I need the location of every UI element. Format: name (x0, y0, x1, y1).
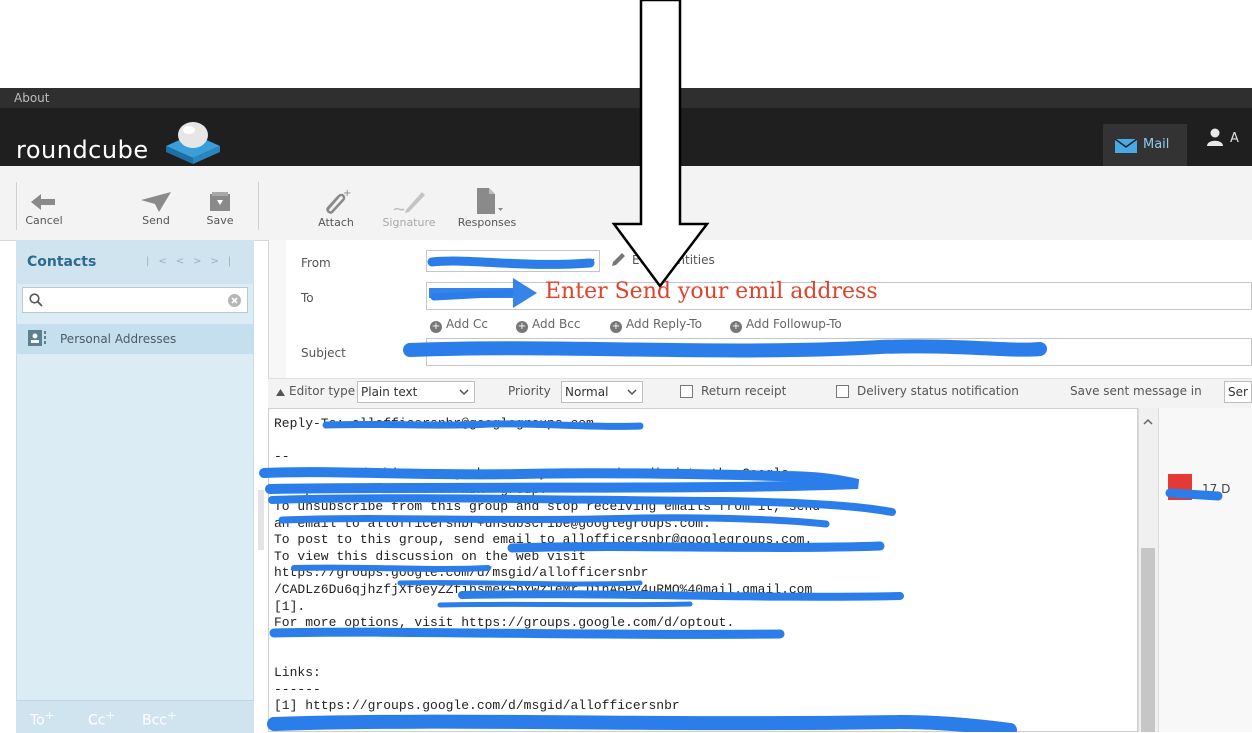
contacts-title: Contacts (27, 254, 97, 270)
address-book-personal-label: Personal Addresses (60, 332, 177, 346)
editor-type-label: Editor type (289, 384, 356, 398)
save-button[interactable]: Save (200, 192, 240, 227)
document-dropdown-icon (477, 188, 503, 214)
chevron-down-icon (585, 258, 595, 265)
search-icon (29, 293, 43, 307)
user-icon (1207, 128, 1223, 146)
add-followup-to-link[interactable]: + Add Followup-To (730, 317, 842, 333)
next-page-icon[interactable]: > (193, 256, 210, 267)
save-drawer-icon (210, 192, 230, 211)
chevron-down-icon (459, 389, 469, 396)
user-tab-label: A (1230, 131, 1239, 146)
add-cc-link[interactable]: + Add Cc (430, 317, 488, 333)
save-sent-value: Ser (1228, 385, 1248, 399)
return-receipt-label: Return receipt (701, 384, 787, 398)
address-book-icon (28, 330, 46, 346)
send-button[interactable]: Send (136, 192, 176, 227)
from-select[interactable] (426, 250, 600, 272)
paper-plane-icon (141, 192, 171, 212)
panel-splitter[interactable] (258, 490, 264, 550)
attach-button[interactable]: + Attach (314, 188, 358, 229)
to-label: To (301, 291, 314, 305)
subject-label: Subject (301, 346, 346, 360)
compose-toolbar (0, 166, 1252, 241)
add-circle-icon: + (516, 321, 528, 333)
toolbar-divider (16, 182, 17, 230)
contact-search-field[interactable] (47, 290, 221, 310)
responses-button[interactable]: Responses (452, 188, 522, 229)
add-circle-icon: + (610, 321, 622, 333)
save-sent-label: Save sent message in (1070, 384, 1202, 398)
svg-text:+: + (343, 188, 351, 199)
save-label: Save (206, 214, 234, 227)
responses-label: Responses (457, 216, 517, 229)
send-label: Send (142, 214, 170, 227)
contact-search-input[interactable] (22, 287, 248, 313)
scroll-up-icon[interactable] (1143, 418, 1153, 425)
logo-text: roundcube (16, 136, 149, 164)
scroll-thumb[interactable] (1141, 548, 1155, 732)
edit-identities-link[interactable]: Edit identities (632, 253, 715, 267)
mail-tab[interactable]: Mail (1103, 124, 1187, 166)
annotation-text: Enter Send your emil address (545, 279, 878, 304)
first-page-icon[interactable]: |< (146, 256, 176, 267)
about-bar: About (0, 88, 1252, 108)
cancel-label: Cancel (25, 214, 63, 227)
signature-button[interactable]: Signature (382, 188, 436, 229)
add-circle-icon: + (730, 321, 742, 333)
about-link[interactable]: About (14, 91, 49, 105)
subject-input[interactable] (426, 338, 1252, 366)
editor-type-select[interactable]: Plain text (357, 381, 475, 403)
clear-search-icon[interactable] (228, 294, 241, 307)
signature-label: Signature (382, 216, 436, 229)
collapse-caret-icon[interactable] (276, 389, 285, 396)
top-whitespace (0, 0, 1252, 88)
pen-signature-icon (393, 192, 425, 213)
paperclip-icon: + (326, 188, 351, 214)
add-to-button[interactable]: To+ (30, 708, 55, 729)
attachment-file-icon (1168, 474, 1192, 500)
priority-label: Priority (508, 384, 551, 398)
from-label: From (301, 256, 331, 270)
mail-tab-label: Mail (1143, 137, 1170, 152)
add-bcc-link[interactable]: + Add Bcc (516, 317, 580, 333)
add-cc-button[interactable]: Cc+ (88, 708, 115, 729)
toolbar-divider (258, 182, 259, 230)
back-arrow-icon (31, 194, 55, 210)
editor-type-value: Plain text (361, 385, 418, 399)
delivery-status-label: Delivery status notification (857, 384, 1019, 398)
save-sent-select[interactable]: Ser (1224, 381, 1252, 403)
cancel-button[interactable]: Cancel (24, 192, 64, 227)
attach-label: Attach (318, 216, 354, 229)
delivery-status-checkbox[interactable] (836, 385, 849, 398)
return-receipt-checkbox[interactable] (680, 385, 693, 398)
add-circle-icon: + (430, 321, 442, 333)
message-body-text: Reply-To: allofficersnbr@googlegroups.co… (274, 416, 821, 714)
add-bcc-button[interactable]: Bcc+ (142, 708, 177, 729)
last-page-icon[interactable]: >| (211, 256, 241, 267)
attachment-name[interactable]: 17 D (1202, 482, 1230, 496)
add-reply-to-link[interactable]: + Add Reply-To (610, 317, 702, 333)
prev-page-icon[interactable]: < (176, 256, 193, 267)
user-tab[interactable]: A (1206, 128, 1239, 146)
contacts-pagination[interactable]: |<<>>| (146, 256, 240, 267)
priority-select[interactable]: Normal (561, 381, 643, 403)
chevron-down-icon (627, 389, 637, 396)
roundcube-logo-icon (166, 122, 220, 164)
attachments-panel (1158, 408, 1252, 732)
priority-value: Normal (565, 385, 609, 399)
envelope-icon (1115, 139, 1137, 153)
contacts-panel (16, 240, 254, 732)
pencil-icon (612, 253, 625, 266)
